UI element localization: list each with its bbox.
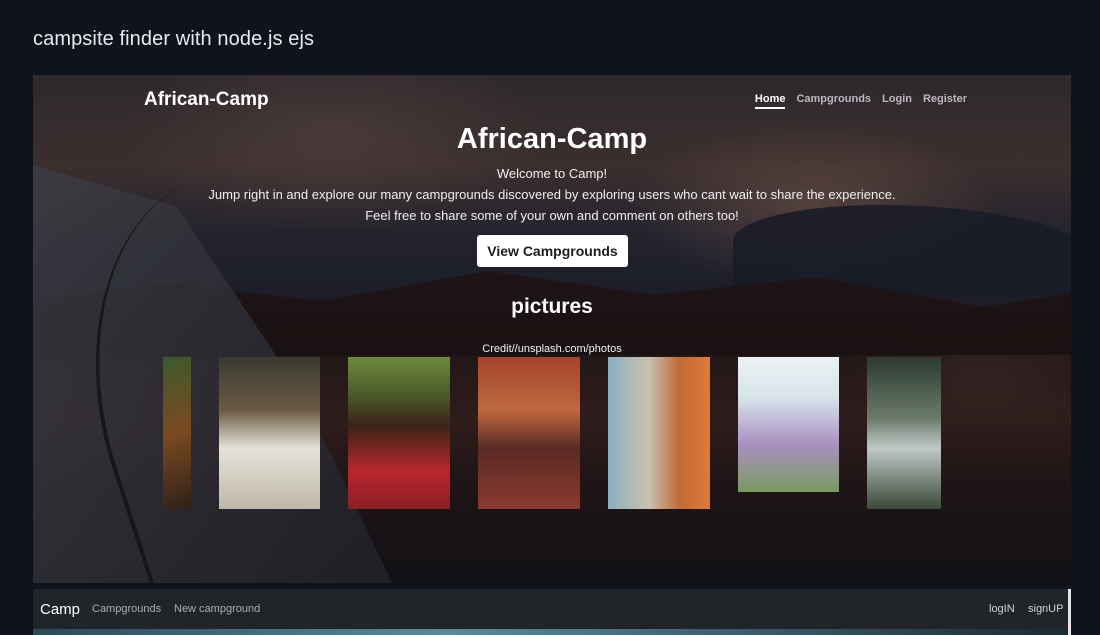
scrollbar[interactable] [1068, 589, 1071, 635]
photo-credit: Credit//unsplash.com/photos [482, 343, 622, 355]
pictures-heading: pictures [511, 295, 593, 318]
signup-link[interactable]: signUP [1028, 603, 1063, 615]
hero-line-explore: Jump right in and explore our many campg… [208, 187, 896, 202]
page-heading: campsite finder with node.js ejs [33, 28, 315, 50]
hero-brand[interactable]: African-Camp [144, 89, 269, 111]
hero-title: African-Camp [456, 123, 648, 155]
login-link[interactable]: logIN [989, 603, 1015, 615]
hero-section: African-Camp Home Campgrounds Login Regi… [33, 75, 1071, 583]
nav-register-link[interactable]: Register [923, 93, 967, 109]
nav-login-link[interactable]: Login [882, 93, 912, 109]
hero-nav-links: Home Campgrounds Login Register [754, 93, 967, 109]
bottom-background-image [33, 629, 1069, 635]
hero-line-share: Feel free to share some of your own and … [365, 208, 739, 223]
gallery-photo-1[interactable] [163, 357, 191, 509]
gallery-photo-3[interactable] [348, 357, 450, 509]
camp-brand[interactable]: Camp [40, 601, 80, 618]
nav-campgrounds-link[interactable]: Campgrounds [796, 93, 871, 109]
hero-navbar: African-Camp Home Campgrounds Login Regi… [144, 89, 967, 113]
view-campgrounds-button[interactable]: View Campgrounds [477, 235, 628, 267]
gallery-photo-2[interactable] [219, 357, 320, 509]
camp-navbar: Camp Campgrounds New campground logIN si… [33, 589, 1069, 629]
gallery-photo-4[interactable] [478, 357, 580, 509]
campgrounds-link[interactable]: Campgrounds [92, 603, 161, 615]
hero-description: Welcome to Camp! Jump right in and explo… [33, 163, 1071, 226]
gallery-photo-7[interactable] [867, 357, 941, 509]
hero-line-welcome: Welcome to Camp! [496, 166, 608, 181]
gallery-photo-5[interactable] [608, 357, 710, 509]
gallery-photo-6[interactable] [738, 357, 839, 492]
nav-home-link[interactable]: Home [754, 93, 786, 109]
new-campground-link[interactable]: New campground [174, 603, 260, 615]
